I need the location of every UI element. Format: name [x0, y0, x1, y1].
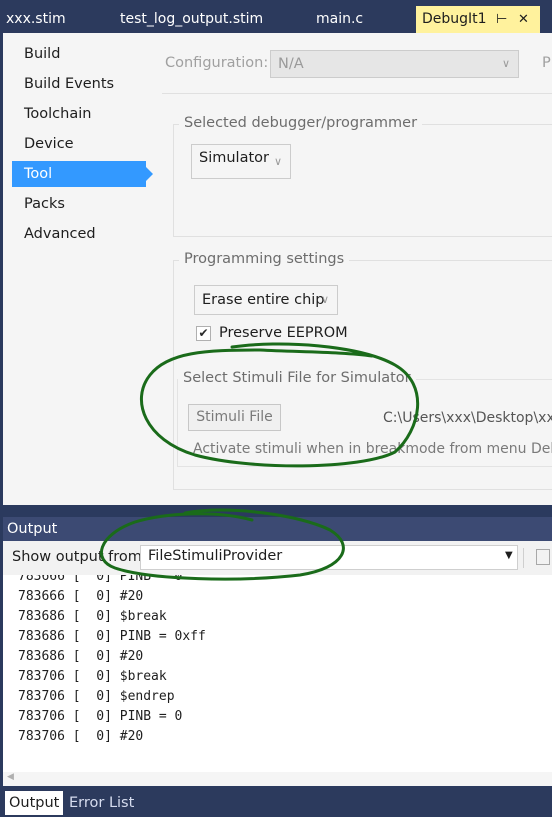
annotation-circle-stimuli — [140, 342, 420, 468]
annotation-circle-output-source — [99, 508, 345, 581]
annotation-overlay — [99, 342, 420, 581]
